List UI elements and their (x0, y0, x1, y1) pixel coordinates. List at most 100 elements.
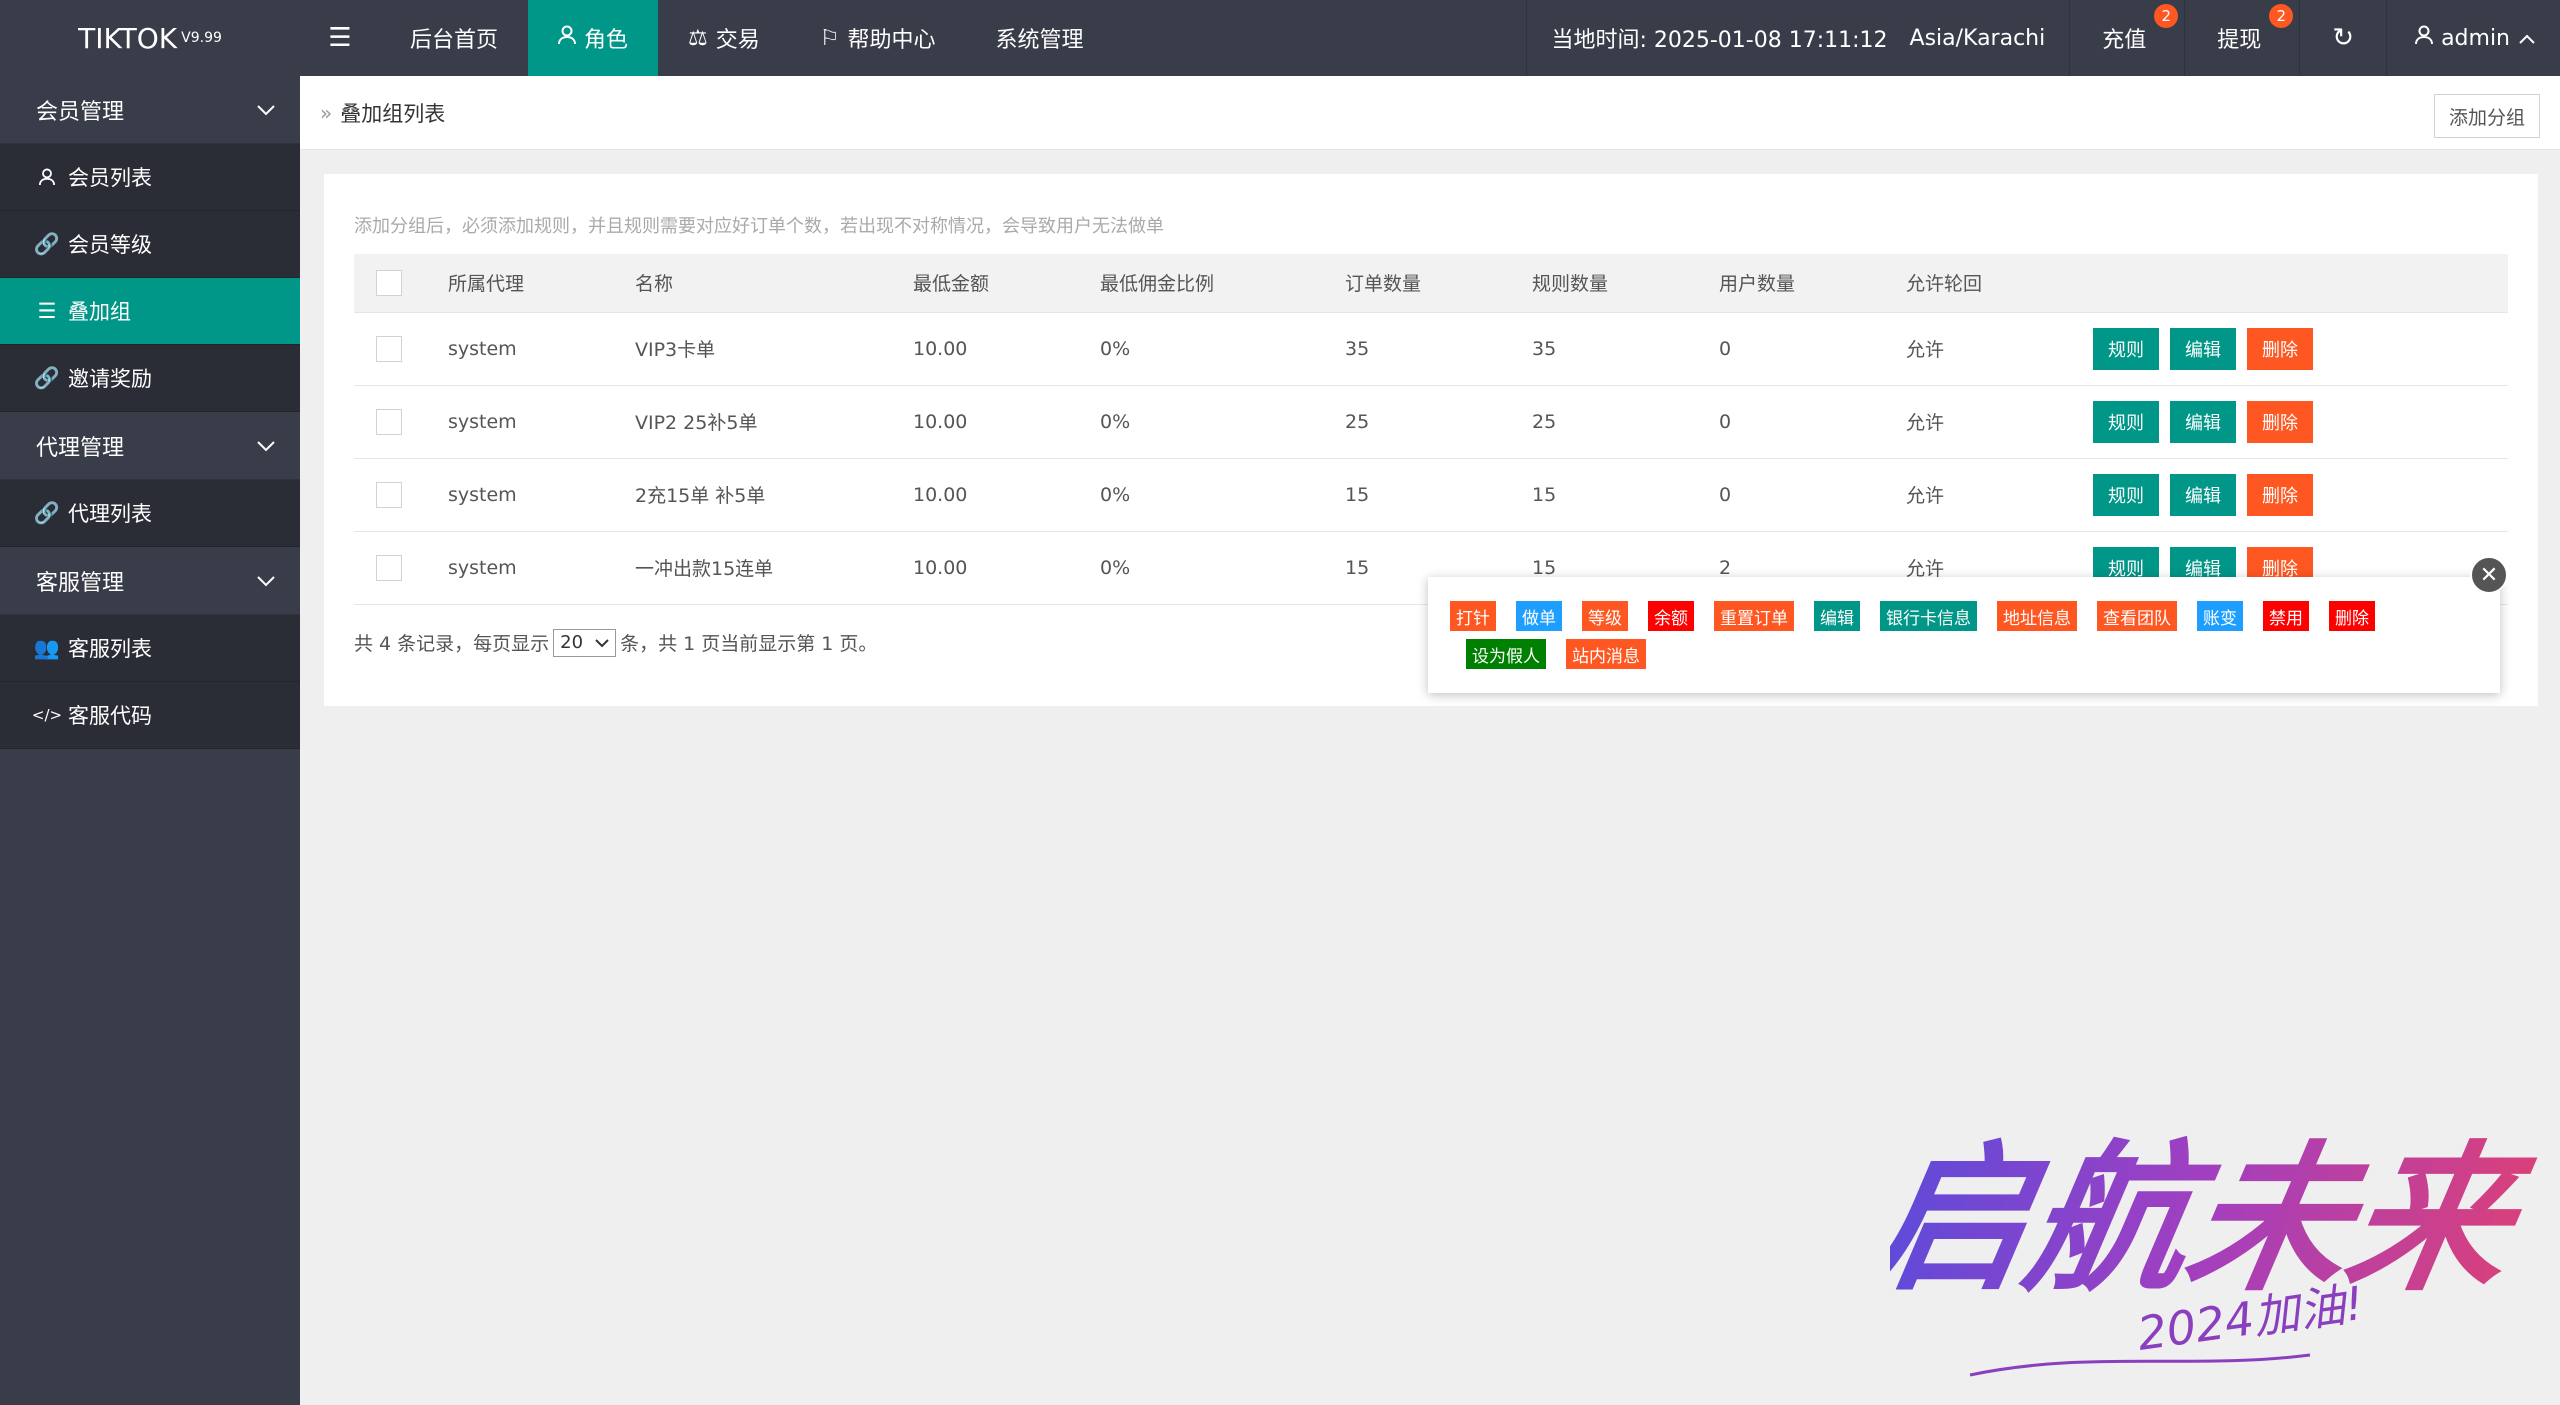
edit-button[interactable]: 编辑 (2170, 400, 2236, 443)
rule-button[interactable]: 规则 (2093, 327, 2159, 370)
code-icon: </> (31, 706, 63, 724)
rule-button[interactable]: 规则 (2093, 473, 2159, 516)
cell-rule-count: 35 (1532, 312, 1719, 386)
watermark-title: 启航未来 (1890, 1126, 2540, 1314)
user-menu[interactable]: admin (2386, 0, 2560, 76)
col-rule-count: 规则数量 (1532, 254, 1719, 313)
cell-min-amount: 10.00 (913, 385, 1100, 459)
edit-button[interactable]: 编辑 (2170, 327, 2236, 370)
close-icon[interactable]: ✕ (2470, 556, 2508, 594)
sidebar-group-agent[interactable]: 代理管理 (0, 412, 300, 480)
cell-name: 一冲出款15连单 (635, 531, 913, 605)
delete-button[interactable]: 删除 (2247, 327, 2313, 370)
cell-min-commission: 0% (1100, 458, 1345, 532)
watermark-swoosh (1969, 1353, 2311, 1377)
sidebar-item-overlay-group[interactable]: ☰ 叠加组 (0, 278, 300, 345)
popup-action-button[interactable]: 查看团队 (2097, 601, 2177, 631)
col-agent: 所属代理 (448, 254, 635, 313)
popup-action-button[interactable]: 账变 (2197, 601, 2243, 631)
nav-system[interactable]: 系统管理 (966, 0, 1114, 76)
menu-toggle-icon[interactable]: ☰ (300, 0, 380, 76)
sidebar-group-member[interactable]: 会员管理 (0, 76, 300, 144)
cell-agent: system (448, 385, 635, 459)
cell-order-count: 15 (1345, 458, 1532, 532)
sidebar: 会员管理 会员列表 🔗 会员等级 ☰ 叠加组 🔗 邀请奖励 代理管理 🔗 代理列表 客服… (0, 76, 300, 1405)
edit-button[interactable]: 编辑 (2170, 473, 2236, 516)
popup-action-button[interactable]: 等级 (1582, 601, 1628, 631)
row-checkbox[interactable] (376, 408, 402, 435)
cell-agent: system (448, 531, 635, 605)
row-checkbox[interactable] (376, 554, 402, 581)
cell-min-commission: 0% (1100, 312, 1345, 386)
row-checkbox[interactable] (376, 335, 402, 362)
cell-name: VIP2 25补5单 (635, 385, 913, 459)
top-nav: ☰ 后台首页 角色 ⚖ 交易 ⚐ 帮助中心 系统管理 (300, 0, 1114, 76)
cell-actions: 规则 编辑 删除 (2093, 385, 2508, 459)
sidebar-group-service[interactable]: 客服管理 (0, 547, 300, 615)
row-checkbox[interactable] (376, 481, 402, 508)
nav-help[interactable]: ⚐ 帮助中心 (790, 0, 966, 76)
tip-text: 添加分组后，必须添加规则，并且规则需要对应好订单个数，若出现不对称情况，会导致用… (354, 216, 1164, 237)
page-title: 叠加组列表 (340, 101, 446, 126)
breadcrumb: » 叠加组列表 添加分组 (300, 76, 2560, 150)
sidebar-item-member-list[interactable]: 会员列表 (0, 144, 300, 211)
page-size-select[interactable]: 20 (553, 628, 617, 657)
chevron-down-icon (256, 433, 276, 458)
cell-rule-count: 15 (1532, 458, 1719, 532)
sidebar-item-service-list[interactable]: 👥 客服列表 (0, 615, 300, 682)
col-min-amount: 最低金额 (913, 254, 1100, 313)
popup-action-button[interactable]: 地址信息 (1997, 601, 2077, 631)
popup-action-button[interactable]: 银行卡信息 (1880, 601, 1977, 631)
select-all-checkbox[interactable] (376, 269, 402, 296)
popup-buttons: 打针 做单 等级 余额 重置订单 编辑 银行卡信息 地址信息 查看团队 账变 禁用 删除设为假人 站内消… (1450, 601, 2430, 669)
popup-action-button[interactable]: 做单 (1516, 601, 1562, 631)
popup-action-button[interactable]: 设为假人 (1466, 639, 1546, 669)
action-popup: 打针 做单 等级 余额 重置订单 编辑 银行卡信息 地址信息 查看团队 账变 禁用 删除设为假人 站内消… (1428, 577, 2500, 693)
col-order-count: 订单数量 (1345, 254, 1532, 313)
popup-action-button[interactable]: 余额 (1648, 601, 1694, 631)
user-icon (36, 166, 58, 188)
popup-action-button[interactable]: 站内消息 (1566, 639, 1646, 669)
chevron-down-icon (256, 568, 276, 593)
sidebar-item-invite-reward[interactable]: 🔗 邀请奖励 (0, 345, 300, 412)
timezone: Asia/Karachi (1909, 25, 2046, 51)
rule-button[interactable]: 规则 (2093, 400, 2159, 443)
scale-icon: ⚖ (688, 25, 708, 51)
select-all-cell (354, 254, 448, 313)
popup-action-button[interactable]: 重置订单 (1714, 601, 1794, 631)
link-icon: 🔗 (33, 500, 61, 525)
popup-action-button[interactable]: 打针 (1450, 601, 1496, 631)
top-right: 当地时间: 2025-01-08 17:11:12 Asia/Karachi 充值… (1526, 0, 2560, 76)
cell-min-amount: 10.00 (913, 312, 1100, 386)
table-row: system VIP2 25补5单 10.00 0% 25 25 0 允许 规则… (354, 385, 2508, 459)
cell-user-count: 0 (1719, 385, 1906, 459)
delete-button[interactable]: 删除 (2247, 400, 2313, 443)
flag-icon: ⚐ (819, 25, 840, 51)
chevron-down-icon (595, 632, 609, 653)
nav-home[interactable]: 后台首页 (380, 0, 528, 76)
link-icon: 🔗 (33, 365, 61, 390)
popup-action-button[interactable]: 删除 (2329, 601, 2375, 631)
nav-trade[interactable]: ⚖ 交易 (658, 0, 790, 76)
cell-allow-cycle: 允许 (1906, 385, 2093, 459)
nav-role[interactable]: 角色 (528, 0, 659, 76)
refresh-icon[interactable]: ↻ (2299, 0, 2386, 76)
popup-action-button[interactable]: 禁用 (2263, 601, 2309, 631)
sidebar-item-member-level[interactable]: 🔗 会员等级 (0, 211, 300, 278)
user-icon (2415, 25, 2434, 51)
recharge-button[interactable]: 充值 2 (2069, 0, 2184, 76)
recharge-badge: 2 (2154, 4, 2179, 28)
add-group-button[interactable]: 添加分组 (2433, 94, 2540, 138)
logo[interactable]: TIKTOK V9.99 (0, 0, 300, 76)
withdraw-button[interactable]: 提现 2 (2184, 0, 2299, 76)
sidebar-item-service-code[interactable]: </> 客服代码 (0, 682, 300, 749)
cell-min-amount: 10.00 (913, 458, 1100, 532)
cell-name: 2充15单 补5单 (635, 458, 913, 532)
top-bar: TIKTOK V9.99 ☰ 后台首页 角色 ⚖ 交易 ⚐ 帮助中心 系统管理 当地时… (0, 0, 2560, 76)
sidebar-item-agent-list[interactable]: 🔗 代理列表 (0, 480, 300, 547)
col-actions (2093, 254, 2508, 313)
cell-order-count: 35 (1345, 312, 1532, 386)
popup-action-button[interactable]: 编辑 (1814, 601, 1860, 631)
delete-button[interactable]: 删除 (2247, 473, 2313, 516)
cell-rule-count: 25 (1532, 385, 1719, 459)
